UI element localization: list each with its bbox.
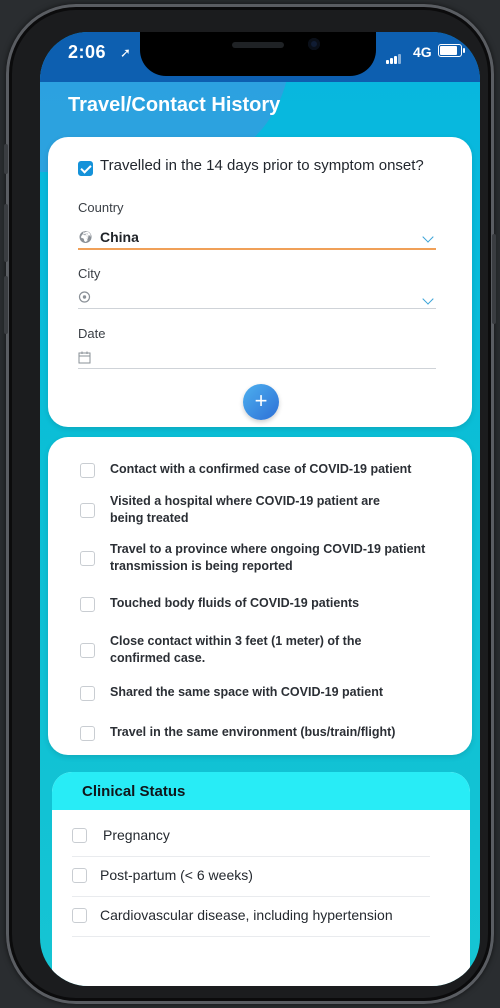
city-underline — [78, 308, 436, 309]
chevron-down-icon[interactable] — [422, 231, 434, 243]
location-arrow-icon: ➚ — [120, 45, 131, 60]
exposure-checkbox[interactable] — [80, 597, 95, 612]
status-bar: 2:06 ➚ 4G — [40, 32, 480, 82]
power-button — [492, 234, 496, 324]
clinical-checkbox[interactable] — [72, 828, 87, 843]
exposure-checkbox[interactable] — [80, 503, 95, 518]
country-value[interactable]: China — [100, 229, 139, 245]
notch — [140, 32, 376, 76]
clinical-checkbox[interactable] — [72, 908, 87, 923]
travel-checkbox[interactable] — [78, 161, 93, 176]
exposure-text: Travel in the same environment (bus/trai… — [110, 725, 396, 739]
exposure-text: Close contact within 3 feet (1 meter) of… — [110, 634, 362, 665]
travel-card: Travelled in the 14 days prior to sympto… — [48, 137, 472, 427]
exposure-text: Shared the same space with COVID-19 pati… — [110, 685, 383, 699]
volume-up-button — [4, 204, 8, 262]
chevron-down-icon[interactable] — [422, 293, 434, 305]
city-label: City — [78, 266, 101, 281]
calendar-icon — [78, 351, 91, 367]
location-pin-icon — [78, 291, 91, 308]
globe-icon: 🌍︎ — [78, 230, 94, 244]
country-underline — [78, 248, 436, 250]
phone-screen: 2:06 ➚ 4G Travel/Contact History Travell… — [40, 32, 480, 986]
phone-frame: 2:06 ➚ 4G Travel/Contact History Travell… — [4, 4, 496, 1004]
speaker — [232, 42, 284, 48]
clinical-text: Post-partum (< 6 weeks) — [100, 867, 253, 883]
clinical-status-title: Clinical Status — [52, 772, 470, 810]
volume-down-button — [4, 276, 8, 334]
travel-question: Travelled in the 14 days prior to sympto… — [100, 157, 424, 174]
page-title: Travel/Contact History — [68, 94, 281, 116]
status-time: 2:06 — [68, 42, 107, 62]
battery-icon — [438, 44, 465, 57]
clinical-item[interactable]: Post-partum (< 6 weeks) — [72, 856, 430, 897]
network-type: 4G — [413, 44, 432, 60]
clinical-text: Cardiovascular disease, including hypert… — [100, 907, 393, 923]
clinical-checkbox[interactable] — [72, 868, 87, 883]
country-label: Country — [78, 200, 124, 215]
clinical-status-section: Clinical Status Pregnancy Post-partum (<… — [52, 772, 470, 986]
exposure-card: Contact with a confirmed case of COVID-1… — [48, 437, 472, 755]
camera — [308, 38, 320, 50]
exposure-checkbox[interactable] — [80, 726, 95, 741]
exposure-text: Travel to a province where ongoing COVID… — [110, 542, 426, 573]
exposure-checkbox[interactable] — [80, 686, 95, 701]
exposure-checkbox[interactable] — [80, 463, 95, 478]
date-label: Date — [78, 326, 106, 341]
clinical-item[interactable]: Cardiovascular disease, including hypert… — [72, 896, 430, 937]
add-travel-button[interactable]: + — [243, 384, 279, 420]
clinical-item[interactable]: Pregnancy — [72, 816, 430, 857]
exposure-text: Touched body fluids of COVID-19 patients — [110, 596, 360, 610]
date-underline — [78, 368, 436, 369]
exposure-text: Contact with a confirmed case of COVID-1… — [110, 462, 412, 476]
exposure-checkbox[interactable] — [80, 643, 95, 658]
clinical-text: Pregnancy — [103, 827, 170, 843]
signal-icon — [386, 46, 402, 64]
exposure-checkbox[interactable] — [80, 551, 95, 566]
mute-switch — [4, 144, 8, 174]
exposure-text: Visited a hospital where COVID-19 patien… — [110, 494, 380, 525]
